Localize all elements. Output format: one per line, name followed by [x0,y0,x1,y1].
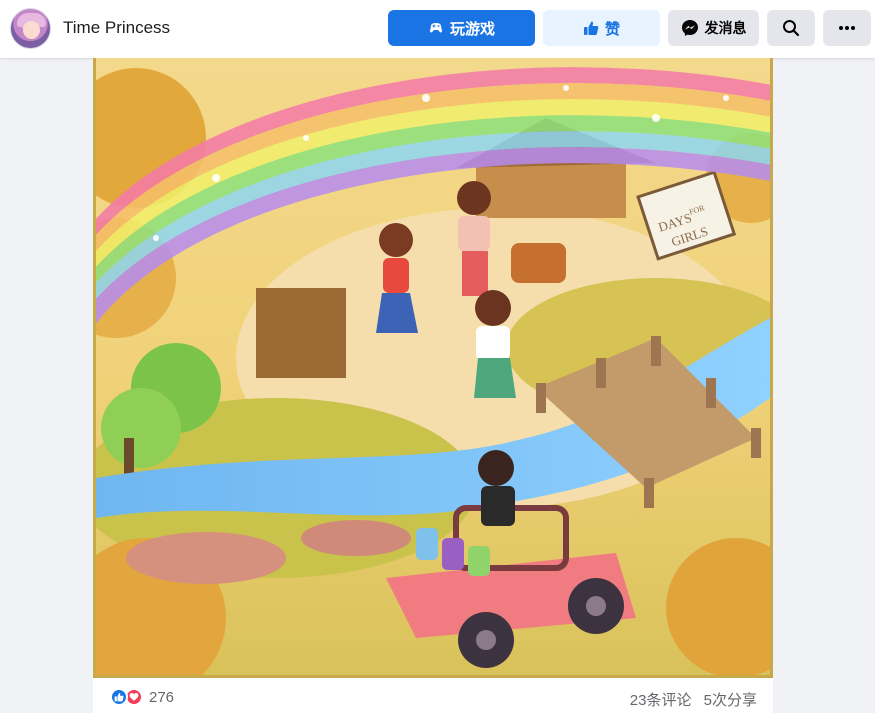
game-illustration: DAYS FOR GIRLS [96,58,770,675]
game-controller-icon [428,20,444,36]
search-button[interactable] [767,10,815,46]
villager-2 [457,181,491,296]
avatar-face [23,21,40,39]
play-game-button[interactable]: 玩游戏 [388,10,535,46]
thumbs-up-icon [583,20,599,36]
like-reaction-icon [110,688,128,706]
page-avatar[interactable] [10,8,51,49]
play-game-label: 玩游戏 [449,20,495,38]
like-label: 赞 [604,20,620,38]
post-image[interactable]: DAYS FOR GIRLS [93,58,773,678]
comment-count-link[interactable]: 23条评论 [630,692,692,709]
reaction-count: 276 [149,688,175,706]
page-header: Time Princess 玩游戏 赞 发消息 [0,0,875,58]
send-message-button[interactable]: 发消息 [668,10,759,46]
more-options-button[interactable] [823,10,871,46]
page-title[interactable]: Time Princess [63,18,170,38]
post-footer: 276 23条评论 5次分享 [93,678,773,713]
post-card: DAYS FOR GIRLS 276 23条评论 5次分享 [93,58,773,713]
more-dots-icon [838,25,856,31]
post-stats: 23条评论 5次分享 [630,689,757,710]
villager-3 [474,290,516,398]
messenger-icon [681,19,699,37]
message-label: 发消息 [704,20,747,36]
reaction-summary[interactable]: 276 [110,688,174,706]
like-page-button[interactable]: 赞 [543,10,660,46]
search-icon [782,19,800,37]
share-count-link[interactable]: 5次分享 [704,692,757,709]
